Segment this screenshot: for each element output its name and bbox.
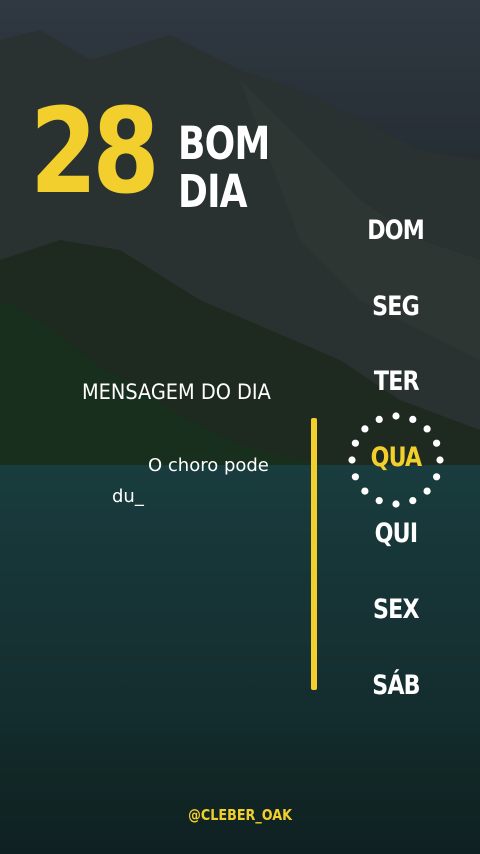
greeting: BOM DIA bbox=[178, 117, 270, 218]
message-text: O choro pode du_ bbox=[112, 455, 269, 507]
greeting-line-2: DIA bbox=[178, 165, 248, 218]
weekday-sex[interactable]: SEX bbox=[355, 594, 437, 625]
day-number: 28 bbox=[30, 82, 160, 220]
message-title: MENSAGEM DO DIA bbox=[82, 380, 271, 404]
weekday-sab[interactable]: SÁB bbox=[355, 670, 437, 701]
weekday-qui[interactable]: QUI bbox=[355, 518, 437, 549]
weekday-ter[interactable]: TER bbox=[355, 366, 437, 397]
message-divider bbox=[311, 418, 317, 690]
weekday-seg[interactable]: SEG bbox=[355, 291, 437, 322]
author-handle[interactable]: @CLEBER_OAK bbox=[0, 806, 480, 824]
weekday-dom[interactable]: DOM bbox=[355, 215, 437, 246]
greeting-line-1: BOM bbox=[178, 117, 270, 170]
weekday-qua[interactable]: QUA bbox=[355, 442, 437, 473]
